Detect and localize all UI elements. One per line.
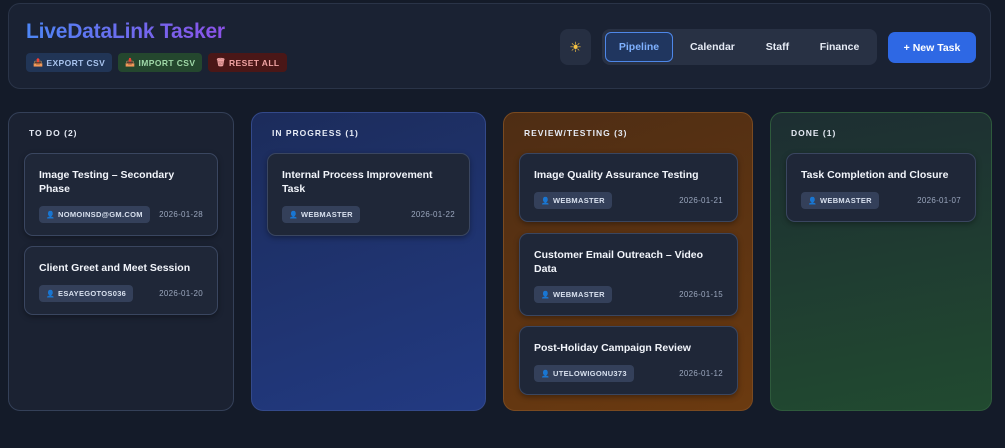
import-icon: 📥 <box>125 58 136 67</box>
tab-calendar[interactable]: Calendar <box>675 32 750 62</box>
app-title: LiveDataLink Tasker <box>26 20 225 43</box>
user-icon: 👤 <box>46 290 56 298</box>
user-icon: 👤 <box>541 197 551 205</box>
assignee-name: WEBMASTER <box>301 210 353 219</box>
assignee-badge: 👤 NOMOINSD@GM.COM <box>39 206 150 223</box>
task-card[interactable]: Client Greet and Meet Session 👤 ESAYEGOT… <box>24 246 218 315</box>
assignee-name: UTELOWIGONU373 <box>553 369 627 378</box>
column-title: DONE (1) <box>791 128 837 138</box>
assignee-name: NOMOINSD@GM.COM <box>58 210 143 219</box>
task-card[interactable]: Task Completion and Closure 👤 WEBMASTER … <box>786 153 976 222</box>
column-review-testing: REVIEW/TESTING (3) Image Quality Assuran… <box>503 112 753 411</box>
assignee-name: ESAYEGOTOS036 <box>58 289 127 298</box>
reset-all-label: RESET ALL <box>229 57 280 68</box>
due-date: 2026-01-28 <box>159 210 203 219</box>
data-actions: 📤 EXPORT CSV 📥 IMPORT CSV 🗑 RESET ALL <box>26 53 287 72</box>
sun-icon: ☀ <box>569 38 582 55</box>
import-csv-button[interactable]: 📥 IMPORT CSV <box>118 53 203 72</box>
export-icon: 📤 <box>33 58 44 67</box>
due-date: 2026-01-07 <box>917 196 961 205</box>
user-icon: 👤 <box>289 211 299 219</box>
task-card[interactable]: Internal Process Improvement Task 👤 WEBM… <box>267 153 470 236</box>
tab-staff[interactable]: Staff <box>752 32 803 62</box>
task-card[interactable]: Customer Email Outreach – Video Data 👤 W… <box>519 233 738 316</box>
export-csv-button[interactable]: 📤 EXPORT CSV <box>26 53 113 72</box>
app-header: LiveDataLink Tasker 📤 EXPORT CSV 📥 IMPOR… <box>8 3 991 89</box>
task-title: Image Testing – Secondary Phase <box>39 169 175 195</box>
user-icon: 👤 <box>808 197 818 205</box>
task-title: Post-Holiday Campaign Review <box>534 342 691 354</box>
due-date: 2026-01-20 <box>159 289 203 298</box>
export-csv-label: EXPORT CSV <box>46 57 106 68</box>
due-date: 2026-01-22 <box>411 210 455 219</box>
assignee-name: WEBMASTER <box>820 196 872 205</box>
user-icon: 👤 <box>46 211 56 219</box>
column-done: DONE (1) Task Completion and Closure 👤 W… <box>770 112 992 411</box>
assignee-badge: 👤 WEBMASTER <box>534 192 612 209</box>
due-date: 2026-01-12 <box>679 369 723 378</box>
tab-pipeline[interactable]: Pipeline <box>605 32 673 62</box>
task-title: Task Completion and Closure <box>801 169 949 181</box>
user-icon: 👤 <box>541 370 551 378</box>
column-title: TO DO (2) <box>29 128 78 138</box>
assignee-name: WEBMASTER <box>553 290 605 299</box>
task-title: Internal Process Improvement Task <box>282 169 433 195</box>
task-title: Client Greet and Meet Session <box>39 262 191 274</box>
due-date: 2026-01-21 <box>679 196 723 205</box>
task-card[interactable]: Image Testing – Secondary Phase 👤 NOMOIN… <box>24 153 218 236</box>
assignee-badge: 👤 UTELOWIGONU373 <box>534 365 634 382</box>
view-tabs: Pipeline Calendar Staff Finance <box>602 29 877 65</box>
reset-all-button[interactable]: 🗑 RESET ALL <box>208 53 287 72</box>
assignee-badge: 👤 WEBMASTER <box>534 286 612 303</box>
assignee-badge: 👤 ESAYEGOTOS036 <box>39 285 134 302</box>
assignee-name: WEBMASTER <box>553 196 605 205</box>
theme-toggle-button[interactable]: ☀ <box>560 29 591 65</box>
task-title: Customer Email Outreach – Video Data <box>534 249 704 275</box>
column-in-progress: IN PROGRESS (1) Internal Process Improve… <box>251 112 486 411</box>
task-card[interactable]: Post-Holiday Campaign Review 👤 UTELOWIGO… <box>519 326 738 395</box>
assignee-badge: 👤 WEBMASTER <box>801 192 879 209</box>
new-task-button[interactable]: + New Task <box>888 32 976 63</box>
task-title: Image Quality Assurance Testing <box>534 169 699 181</box>
tab-finance[interactable]: Finance <box>805 32 874 62</box>
assignee-badge: 👤 WEBMASTER <box>282 206 360 223</box>
import-csv-label: IMPORT CSV <box>138 57 196 68</box>
due-date: 2026-01-15 <box>679 290 723 299</box>
user-icon: 👤 <box>541 291 551 299</box>
column-title: REVIEW/TESTING (3) <box>524 128 628 138</box>
column-todo: TO DO (2) Image Testing – Secondary Phas… <box>8 112 234 411</box>
column-title: IN PROGRESS (1) <box>272 128 359 138</box>
task-card[interactable]: Image Quality Assurance Testing 👤 WEBMAS… <box>519 153 738 222</box>
trash-icon: 🗑 <box>215 58 227 67</box>
